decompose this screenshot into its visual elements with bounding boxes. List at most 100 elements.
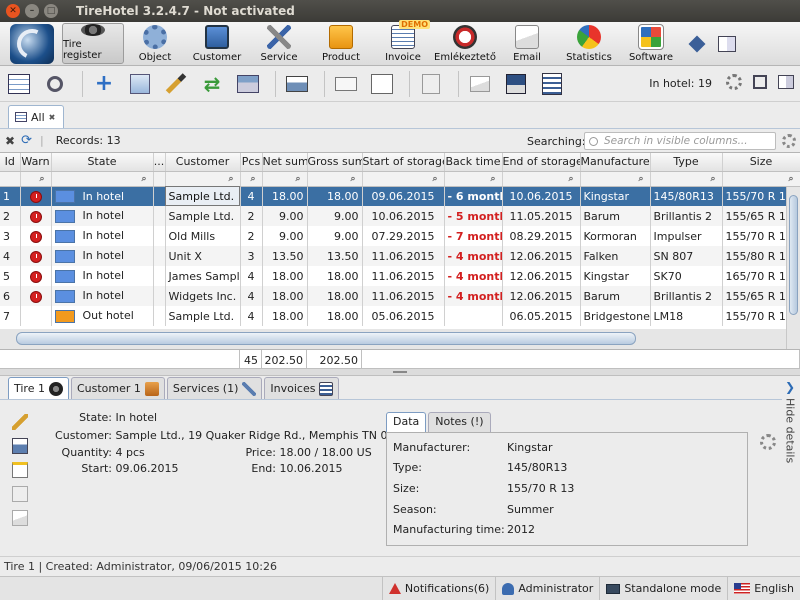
tire-register-button[interactable]: Tire register <box>62 23 124 64</box>
panel-splitter[interactable] <box>0 368 800 376</box>
notifications-button[interactable]: Notifications(6) <box>381 576 495 600</box>
column-filter[interactable]: ⌕ <box>165 171 241 187</box>
table-row[interactable]: 3 In hotel Old Mills 2 9.00 9.00 07.29.2015- 7… <box>0 226 800 246</box>
transfer-button[interactable]: ⇄ <box>197 69 227 99</box>
gear-icon[interactable] <box>760 434 776 450</box>
mail-icon[interactable] <box>12 510 28 526</box>
customer-button[interactable]: Customer <box>186 22 248 65</box>
column-header[interactable]: Id <box>0 153 21 172</box>
close-window-button[interactable]: ✕ <box>6 4 20 18</box>
edit-icon[interactable] <box>12 414 28 430</box>
settings-button[interactable] <box>724 72 744 92</box>
tab-services[interactable]: Services (1) <box>166 377 263 399</box>
tab-notes[interactable]: Notes (!) <box>428 412 491 432</box>
fullscreen-button[interactable] <box>750 72 770 92</box>
save-button[interactable] <box>501 69 531 99</box>
mail-button[interactable] <box>465 69 495 99</box>
column-filter[interactable]: ⌕ <box>20 171 52 187</box>
view-tabs: All ✖ <box>0 102 800 128</box>
app-logo-icon[interactable] <box>10 24 54 64</box>
copy-button[interactable] <box>125 69 155 99</box>
end-cell: 06.05.2015 <box>502 306 581 326</box>
tab-customer[interactable]: Customer 1 <box>70 377 165 399</box>
tab-tire[interactable]: Tire 1 <box>8 377 69 399</box>
table-row[interactable]: 6 In hotel Widgets Inc. 4 18.00 18.00 11.06.20… <box>0 286 800 306</box>
product-button[interactable]: Product <box>310 22 372 65</box>
tab-all[interactable]: All ✖ <box>8 105 64 128</box>
report-button[interactable] <box>537 69 567 99</box>
column-filter[interactable]: ⌕ <box>51 171 154 187</box>
search-input[interactable]: Search in visible columns... <box>584 132 776 150</box>
column-header[interactable]: Back time <box>444 153 503 172</box>
software-button[interactable]: Software <box>620 22 682 65</box>
column-filter[interactable] <box>0 171 21 187</box>
layout-button[interactable] <box>712 22 742 65</box>
column-filter[interactable]: ⌕ <box>262 171 308 187</box>
column-header[interactable]: End of storage <box>502 153 581 172</box>
end-cell: 10.06.2015 <box>502 186 581 206</box>
maximize-window-button[interactable]: □ <box>44 4 58 18</box>
column-header[interactable]: Customer <box>165 153 241 172</box>
label-icon[interactable] <box>12 462 28 478</box>
new-window-button[interactable] <box>367 69 397 99</box>
close-icon[interactable]: ✖ <box>49 113 56 122</box>
reminder-button[interactable]: Emlékeztető <box>434 22 496 65</box>
edit-button[interactable] <box>161 69 191 99</box>
column-header[interactable]: Start of storage <box>362 153 445 172</box>
column-filter[interactable]: ⌕ <box>307 171 363 187</box>
mode-indicator[interactable]: Standalone mode <box>599 576 727 600</box>
column-filter[interactable]: ⌕ <box>444 171 503 187</box>
pcs-cell: 2 <box>240 226 263 246</box>
new-label-button[interactable] <box>331 69 361 99</box>
column-header[interactable]: ... <box>153 153 166 172</box>
print-button[interactable] <box>282 69 312 99</box>
column-filter[interactable]: ⌕ <box>502 171 581 187</box>
column-filter[interactable]: ⌕ <box>362 171 445 187</box>
tab-invoices[interactable]: Invoices <box>264 377 340 399</box>
column-header[interactable]: Type <box>650 153 723 172</box>
column-filter[interactable] <box>153 171 166 187</box>
diamond-nav-button[interactable] <box>682 22 712 65</box>
tab-data[interactable]: Data <box>386 412 427 432</box>
column-header[interactable]: State <box>51 153 154 172</box>
statistics-button[interactable]: Statistics <box>558 22 620 65</box>
column-filter[interactable]: ⌕ <box>650 171 723 187</box>
window-layout-button[interactable] <box>776 72 796 92</box>
software-icon <box>638 24 664 50</box>
email-button[interactable]: Email <box>496 22 558 65</box>
clear-filter-button[interactable]: ✖ <box>5 134 15 148</box>
minimize-window-button[interactable]: – <box>25 4 39 18</box>
user-button[interactable]: Administrator <box>495 576 599 600</box>
printer-icon[interactable] <box>12 438 28 454</box>
search-options-button[interactable] <box>782 134 796 148</box>
column-header[interactable]: Gross sum <box>307 153 363 172</box>
table-view-button[interactable] <box>4 69 34 99</box>
refresh-icon[interactable]: ⟳ <box>21 133 32 148</box>
column-header[interactable]: Warn <box>20 153 52 172</box>
invoice-button[interactable]: DEMO Invoice <box>372 20 434 65</box>
column-header[interactable]: Net sum <box>262 153 308 172</box>
table-row[interactable]: 4 In hotel Unit X 3 13.50 13.50 11.06.2015- 4 … <box>0 246 800 266</box>
column-header[interactable]: Manufacturer <box>580 153 651 172</box>
column-filter[interactable]: ⌕ <box>580 171 651 187</box>
table-horizontal-scrollbar[interactable] <box>0 329 786 349</box>
register-button[interactable] <box>233 69 263 99</box>
search-button[interactable] <box>40 69 70 99</box>
table-row[interactable]: 1 In hotel Sample Ltd. 4 18.00 18.00 09.06.201… <box>0 186 800 206</box>
column-header[interactable]: Pcs <box>240 153 263 172</box>
duplicate-button[interactable] <box>416 69 446 99</box>
table-vertical-scrollbar[interactable] <box>786 187 800 349</box>
service-button[interactable]: Service <box>248 22 310 65</box>
column-filter[interactable]: ⌕ <box>722 171 800 187</box>
column-filter[interactable]: ⌕ <box>240 171 263 187</box>
data-row: Size: 155/70 R 13 <box>393 481 575 495</box>
documents-icon[interactable] <box>12 486 28 502</box>
add-button[interactable]: + <box>89 69 119 99</box>
object-button[interactable]: Object <box>124 22 186 65</box>
table-row[interactable]: 5 In hotel James Sample 4 18.00 18.00 11.06.20… <box>0 266 800 286</box>
table-row[interactable]: 2 In hotel Sample Ltd. 2 9.00 9.00 10.06.2015-… <box>0 206 800 226</box>
column-header[interactable]: Size <box>722 153 800 172</box>
table-row[interactable]: 7 Out hotel Sample Ltd. 4 18.00 18.00 05.06.20… <box>0 306 800 326</box>
hide-details-button[interactable]: ❯ Hide details <box>782 380 798 490</box>
language-button[interactable]: English <box>727 576 800 600</box>
